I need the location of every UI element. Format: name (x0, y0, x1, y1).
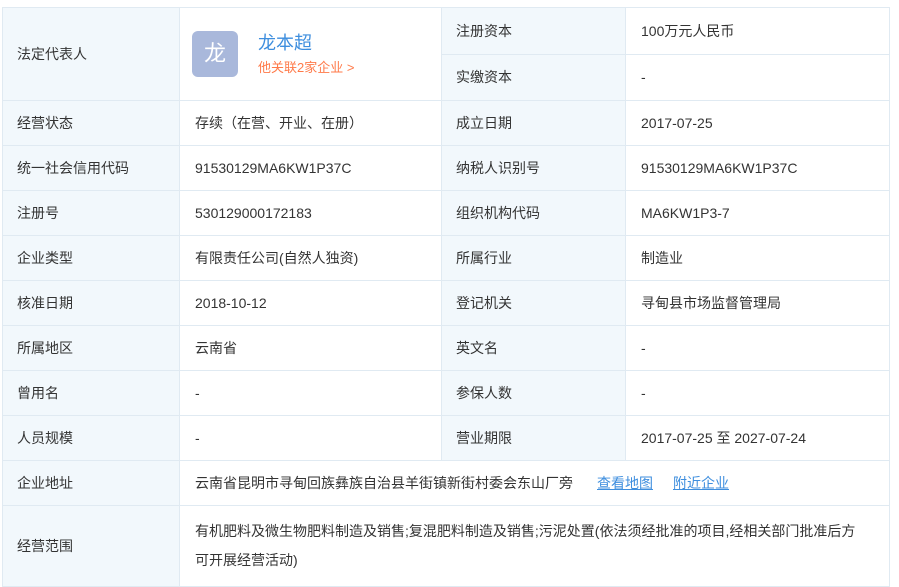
registered-capital-row: 注册资本 100万元人民币 (441, 8, 889, 54)
field-label: 核准日期 (3, 281, 179, 325)
legal-rep-label: 法定代表人 (3, 8, 179, 100)
field-label: 所属行业 (441, 236, 625, 280)
field-value: 2017-07-25 至 2027-07-24 (625, 416, 889, 460)
paidin-capital-row: 实缴资本 - (441, 53, 889, 100)
legal-rep-name-link[interactable]: 龙本超 (258, 32, 354, 55)
table-row: 核准日期 2018-10-12 登记机关 寻甸县市场监督管理局 (3, 280, 889, 325)
field-value: 91530129MA6KW1P37C (625, 146, 889, 190)
legal-rep-cell: 龙 龙本超 他关联2家企业 > (179, 8, 441, 100)
address-text: 云南省昆明市寻甸回族彝族自治县羊街镇新街村委会东山厂旁 (195, 475, 573, 491)
field-value: - (625, 326, 889, 370)
scope-label: 经营范围 (3, 506, 179, 586)
table-row: 统一社会信用代码 91530129MA6KW1P37C 纳税人识别号 91530… (3, 145, 889, 190)
field-label: 人员规模 (3, 416, 179, 460)
legal-rep-avatar: 龙 (192, 31, 238, 77)
field-label: 企业类型 (3, 236, 179, 280)
field-value: 530129000172183 (179, 191, 441, 235)
field-label: 营业期限 (441, 416, 625, 460)
row-company-address: 企业地址 云南省昆明市寻甸回族彝族自治县羊街镇新街村委会东山厂旁 查看地图 附近… (3, 460, 889, 505)
table-row: 曾用名 - 参保人数 - (3, 370, 889, 415)
address-cell: 云南省昆明市寻甸回族彝族自治县羊街镇新街村委会东山厂旁 查看地图 附近企业 (179, 461, 889, 505)
field-label: 统一社会信用代码 (3, 146, 179, 190)
table-row: 企业类型 有限责任公司(自然人独资) 所属行业 制造业 (3, 235, 889, 280)
row-legal-rep: 法定代表人 龙 龙本超 他关联2家企业 > 注册资本 100万元人民币 实缴资本… (3, 8, 889, 100)
field-value: - (179, 416, 441, 460)
table-row: 经营状态 存续（在营、开业、在册） 成立日期 2017-07-25 (3, 100, 889, 145)
field-value: 2018-10-12 (179, 281, 441, 325)
field-value: 寻甸县市场监督管理局 (625, 281, 889, 325)
field-value: 91530129MA6KW1P37C (179, 146, 441, 190)
field-label: 登记机关 (441, 281, 625, 325)
view-map-link[interactable]: 查看地图 (597, 473, 653, 493)
capital-cells: 注册资本 100万元人民币 实缴资本 - (441, 8, 889, 100)
field-label: 注册资本 (441, 8, 625, 54)
field-label: 英文名 (441, 326, 625, 370)
field-value: 100万元人民币 (625, 8, 889, 54)
field-label: 曾用名 (3, 371, 179, 415)
field-label: 实缴资本 (441, 54, 625, 100)
field-label: 注册号 (3, 191, 179, 235)
field-value: - (625, 54, 889, 100)
field-value: 存续（在营、开业、在册） (179, 101, 441, 145)
field-label: 成立日期 (441, 101, 625, 145)
row-business-scope: 经营范围 有机肥料及微生物肥料制造及销售;复混肥料制造及销售;污泥处置(依法须经… (3, 505, 889, 586)
field-value: 云南省 (179, 326, 441, 370)
field-value: - (625, 371, 889, 415)
field-label: 纳税人识别号 (441, 146, 625, 190)
legal-rep-info: 龙本超 他关联2家企业 > (258, 32, 354, 75)
field-value: 制造业 (625, 236, 889, 280)
field-label: 经营状态 (3, 101, 179, 145)
field-value: MA6KW1P3-7 (625, 191, 889, 235)
scope-value: 有机肥料及微生物肥料制造及销售;复混肥料制造及销售;污泥处置(依法须经批准的项目… (179, 506, 889, 586)
table-row: 人员规模 - 营业期限 2017-07-25 至 2027-07-24 (3, 415, 889, 460)
field-value: - (179, 371, 441, 415)
field-label: 所属地区 (3, 326, 179, 370)
field-label: 参保人数 (441, 371, 625, 415)
table-row: 所属地区 云南省 英文名 - (3, 325, 889, 370)
table-row: 注册号 530129000172183 组织机构代码 MA6KW1P3-7 (3, 190, 889, 235)
field-value: 有限责任公司(自然人独资) (179, 236, 441, 280)
address-label: 企业地址 (3, 461, 179, 505)
nearby-companies-link[interactable]: 附近企业 (673, 473, 729, 493)
related-companies-link[interactable]: 他关联2家企业 > (258, 60, 354, 76)
field-label: 组织机构代码 (441, 191, 625, 235)
company-info-table: 法定代表人 龙 龙本超 他关联2家企业 > 注册资本 100万元人民币 实缴资本… (2, 7, 890, 587)
field-value: 2017-07-25 (625, 101, 889, 145)
